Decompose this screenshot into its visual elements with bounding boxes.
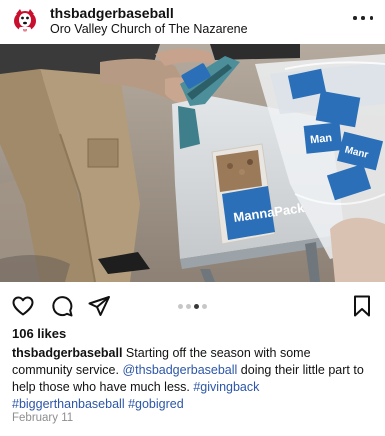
svg-text:Man: Man [310,132,333,146]
bookmark-icon[interactable] [350,294,374,318]
post-caption: thsbadgerbaseball Starting off the seaso… [12,345,374,413]
more-options-icon[interactable] [353,10,373,26]
carousel-dot [178,304,183,309]
avatar[interactable]: W [10,5,40,35]
photo-scene: MannaPack Man Manr [0,44,385,282]
hashtag-link[interactable]: #gobigred [128,397,184,411]
heart-icon[interactable] [11,294,35,318]
caption-username[interactable]: thsbadgerbaseball [12,346,122,360]
post-photo[interactable]: MannaPack Man Manr [0,44,385,282]
hashtag-link[interactable]: #givingback [193,380,259,394]
carousel-dot-active [194,304,199,309]
hashtag-link[interactable]: #biggerthanbaseball [12,397,125,411]
badger-logo-icon: W [10,5,40,35]
caption-mention-link[interactable]: @thsbadgerbaseball [122,363,237,377]
carousel-indicator [178,304,218,310]
carousel-dot [186,304,191,309]
post-header: W thsbadgerbaseball Oro Valley Church of… [0,0,385,42]
svg-text:W: W [23,27,27,32]
likes-count[interactable]: 106 likes [12,326,66,341]
username-link[interactable]: thsbadgerbaseball [50,5,174,21]
location-link[interactable]: Oro Valley Church of The Nazarene [50,22,248,36]
comment-icon[interactable] [50,294,74,318]
post-actions [0,290,385,320]
carousel-dot [202,304,207,309]
post-date: February 11 [12,412,74,424]
share-icon[interactable] [87,294,111,318]
